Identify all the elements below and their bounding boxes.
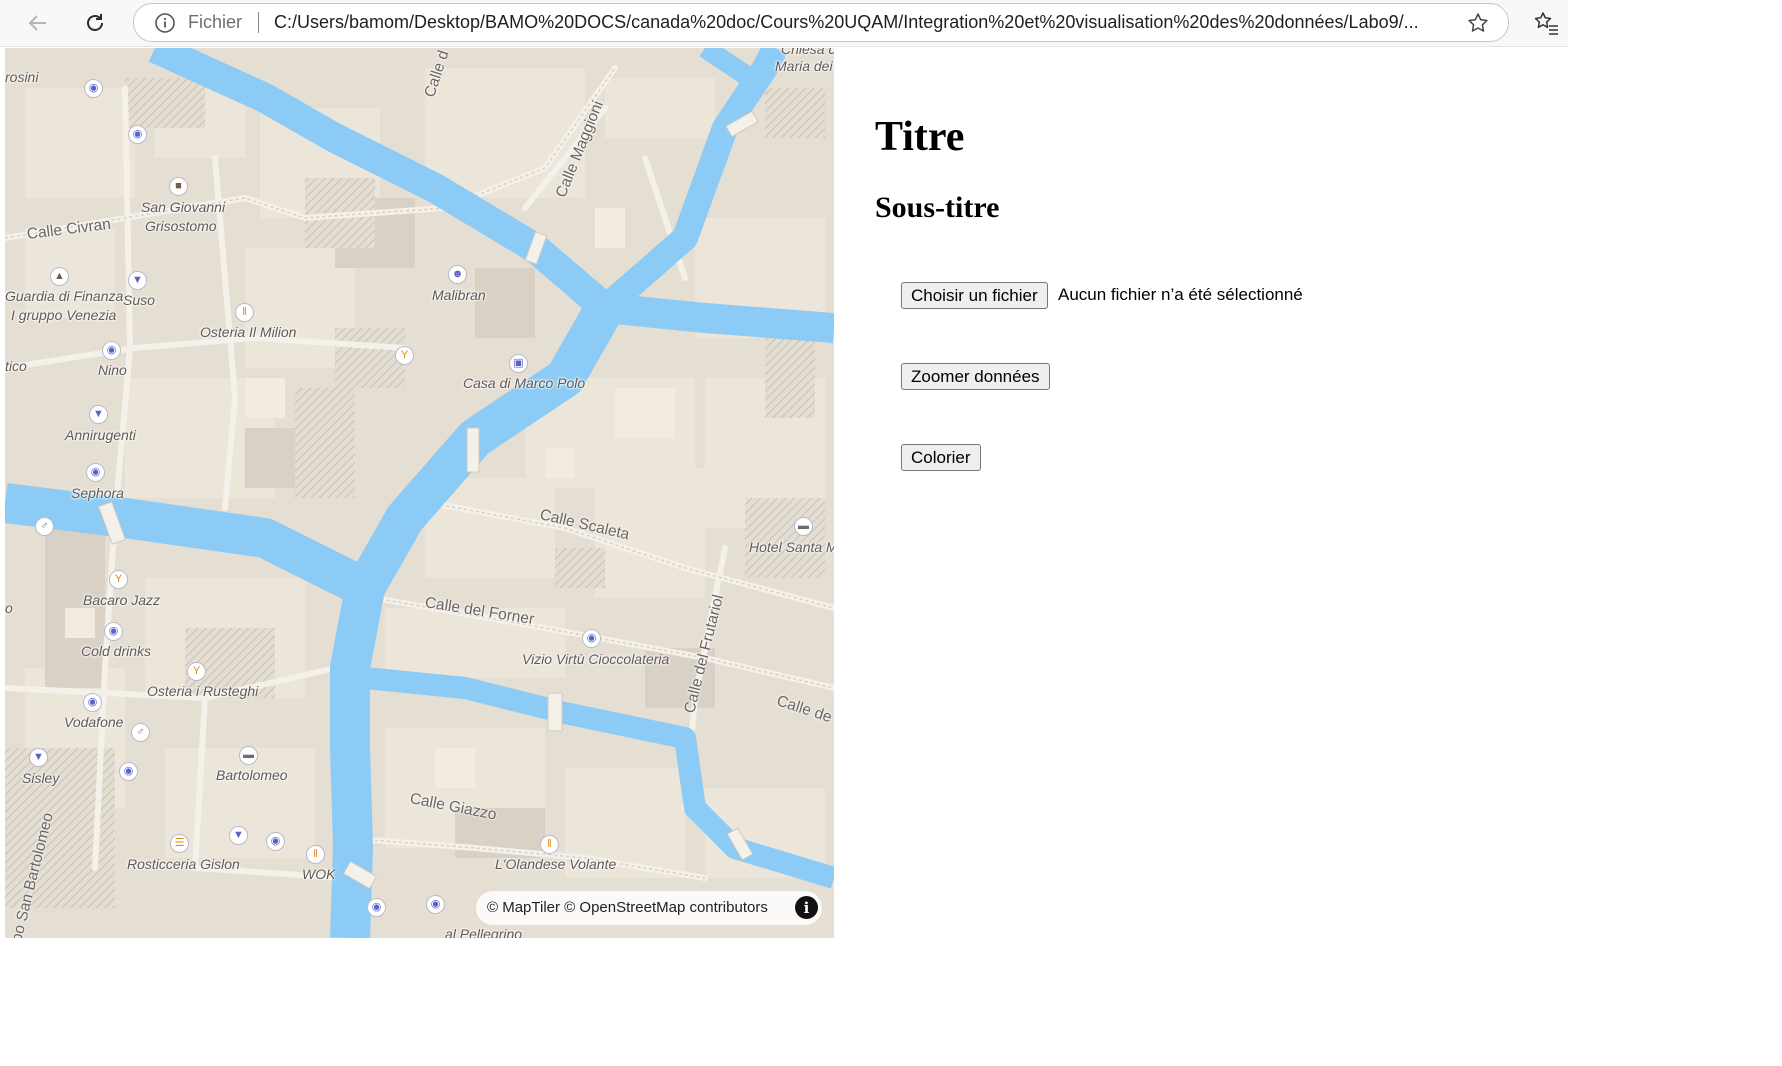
place-label: Vodafone (64, 714, 124, 730)
star-icon[interactable] (1466, 11, 1490, 35)
theatre-icon[interactable]: ☻ (448, 265, 467, 284)
restaurant-icon[interactable]: ‖ (306, 845, 325, 864)
shopping-basket-icon[interactable]: ◉ (128, 125, 147, 144)
file-status-text: Aucun fichier n’a été sélectionné (1058, 285, 1303, 304)
place-label: Rosticceria Gislon (127, 856, 240, 872)
attribution-text[interactable]: © MapTiler © OpenStreetMap contributors (487, 899, 768, 916)
restaurant-icon[interactable]: ‖ (235, 303, 254, 322)
attribution-info-icon[interactable]: i (795, 896, 818, 919)
police-icon[interactable]: ▲ (50, 267, 69, 286)
place-label: Annirugenti (65, 427, 136, 443)
place-label: WOK (302, 866, 336, 882)
bar-icon[interactable]: Y (395, 346, 414, 365)
place-label: Maria dei I (775, 58, 834, 74)
page-subtitle: Sous-titre (875, 191, 1000, 224)
favorites-icon[interactable] (1532, 9, 1560, 37)
clothing-icon[interactable]: ▼ (89, 405, 108, 424)
place-label: Sisley (22, 770, 60, 786)
scheme-label: Fichier (188, 12, 243, 32)
shopping-basket-icon[interactable]: ◉ (426, 895, 445, 914)
shopping-basket-icon[interactable]: ◉ (84, 79, 103, 98)
fast-food-icon[interactable]: ☰ (170, 834, 189, 853)
place-label: Guardia di Finanza (5, 288, 124, 304)
browser-toolbar: Fichier C:/Users/bamom/Desktop/BAMO%20DO… (0, 0, 1568, 47)
place-label: I gruppo Venezia (11, 307, 117, 323)
place-label: Nino (98, 362, 127, 378)
shopping-basket-icon[interactable]: ◉ (83, 693, 102, 712)
shopping-basket-icon[interactable]: ◉ (86, 463, 105, 482)
place-label: Grisostomo (145, 218, 217, 234)
shopping-basket-icon[interactable]: ◉ (266, 832, 285, 851)
shopping-basket-icon[interactable]: ◉ (104, 622, 123, 641)
bar-icon[interactable]: Y (109, 570, 128, 589)
place-label: Hotel Santa Ma (749, 539, 834, 555)
place-label: Sephora (71, 485, 124, 501)
place-label: Suso (123, 292, 155, 308)
address-bar[interactable]: Fichier C:/Users/bamom/Desktop/BAMO%20DO… (133, 3, 1509, 42)
page-title: Titre (875, 114, 965, 160)
hotel-icon[interactable]: ▬ (239, 746, 258, 765)
landmark-icon[interactable]: ■ (169, 177, 188, 196)
bar-icon[interactable]: Y (187, 662, 206, 681)
shopping-basket-icon[interactable]: ◉ (102, 341, 121, 360)
camera-icon[interactable]: ▣ (509, 354, 528, 373)
place-label: Chiesa di (781, 48, 834, 57)
place-label: San Giovanni (141, 199, 226, 215)
place-label: al Pellegrino (445, 926, 523, 938)
place-label: tico (5, 358, 27, 374)
reload-icon (87, 14, 103, 31)
place-label: Cold drinks (81, 643, 152, 659)
reload-button[interactable] (79, 7, 111, 39)
shopping-basket-icon[interactable]: ◉ (367, 898, 386, 917)
info-icon[interactable] (154, 12, 176, 34)
place-label: Bartolomeo (216, 767, 288, 783)
shopping-basket-icon[interactable]: ◉ (119, 762, 138, 781)
place-label: Vizio Virtù Cioccolateria (522, 651, 670, 667)
toilets-icon[interactable]: ♂ (35, 517, 54, 536)
url-separator (258, 12, 259, 33)
place-label: rosini (5, 69, 39, 85)
shopping-basket-icon[interactable]: ◉ (582, 629, 601, 648)
colorize-button[interactable]: Colorier (901, 444, 981, 471)
place-label: Osteria i Rusteghi (147, 683, 259, 699)
hotel-icon[interactable]: ▬ (794, 517, 813, 536)
place-label: L'Olandese Volante (495, 856, 617, 872)
map-attribution: © MapTiler © OpenStreetMap contributors … (476, 891, 822, 925)
toilets-icon[interactable]: ♂ (131, 723, 150, 742)
clothing-icon[interactable]: ▼ (29, 748, 48, 767)
zoom-data-button[interactable]: Zoomer données (901, 363, 1050, 390)
place-label: Casa di Marco Polo (463, 375, 586, 391)
clothing-icon[interactable]: ▼ (128, 271, 147, 290)
url-text[interactable]: C:/Users/bamom/Desktop/BAMO%20DOCS/canad… (274, 12, 1434, 33)
place-label: Malibran (432, 287, 486, 303)
arrow-left-icon (28, 15, 46, 31)
place-label: o (5, 600, 13, 616)
place-label: Bacaro Jazz (83, 592, 161, 608)
restaurant-icon[interactable]: ‖ (540, 835, 559, 854)
back-button[interactable] (22, 7, 54, 39)
clothing-icon[interactable]: ▼ (229, 826, 248, 845)
place-label: Osteria Il Milion (200, 324, 297, 340)
map-view[interactable]: Calle Civran Calle Maggioni Calle Scalet… (5, 48, 834, 938)
choose-file-button[interactable]: Choisir un fichier (901, 282, 1048, 309)
